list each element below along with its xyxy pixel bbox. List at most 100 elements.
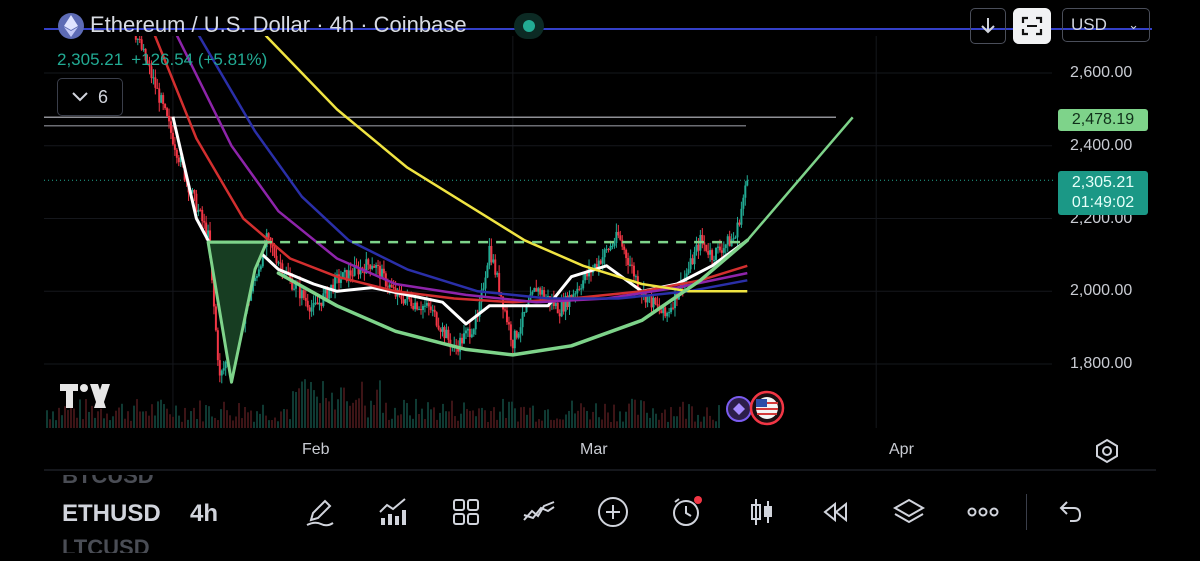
- candle-body: [482, 288, 485, 290]
- candle-body: [707, 250, 710, 255]
- volume-bar: [451, 400, 453, 428]
- symbol-title[interactable]: Ethereum / U.S. Dollar · 4h · Coinbase: [90, 12, 467, 38]
- alert-clock-icon: [673, 496, 702, 526]
- symbol-next[interactable]: LTCUSD: [62, 535, 150, 553]
- candle-body: [535, 288, 538, 292]
- volume-bar: [562, 419, 564, 428]
- volume-bar: [238, 403, 240, 428]
- volume-bar: [577, 410, 579, 428]
- layouts-button[interactable]: [448, 494, 484, 530]
- more-button[interactable]: [965, 494, 1001, 530]
- volume-bar: [424, 419, 426, 428]
- volume-bar: [499, 411, 501, 428]
- volume-bar: [667, 421, 669, 428]
- candle-body: [711, 250, 714, 260]
- volume-bar: [154, 415, 156, 428]
- candle-body: [632, 265, 635, 277]
- candle-body: [619, 235, 622, 240]
- volume-bar: [589, 419, 591, 428]
- candle-body: [691, 258, 694, 265]
- grid-icon: [453, 499, 479, 525]
- drawing-tools-button[interactable]: [301, 494, 337, 530]
- volume-bar: [202, 421, 204, 428]
- volume-bar: [244, 407, 246, 428]
- download-button[interactable]: [970, 8, 1006, 44]
- volume-bar: [322, 381, 324, 428]
- candle-body: [584, 273, 587, 281]
- candle-body: [562, 301, 565, 312]
- volume-bar: [364, 405, 366, 428]
- candle-body: [656, 304, 659, 306]
- candle-body: [617, 231, 620, 236]
- volume-bar: [316, 396, 318, 428]
- price-chart[interactable]: [0, 0, 1200, 554]
- volume-bar: [328, 401, 330, 428]
- volume-bar: [367, 417, 369, 428]
- candle-body: [687, 269, 690, 274]
- volume-bar: [673, 416, 675, 428]
- candle-body: [218, 360, 221, 376]
- candle-body: [689, 258, 692, 270]
- candle-body: [652, 297, 655, 308]
- candle-body: [351, 275, 354, 277]
- volume-bar: [220, 409, 222, 428]
- candle-body: [164, 104, 167, 109]
- currency-select[interactable]: USD ⌄: [1062, 8, 1150, 42]
- indicators-toggle[interactable]: 6: [57, 78, 123, 116]
- volume-bar: [478, 408, 480, 428]
- chart-type-button[interactable]: [744, 494, 780, 530]
- candle-body: [654, 297, 657, 305]
- volume-bar: [700, 421, 702, 428]
- candle-body: [418, 309, 421, 311]
- indicators-button[interactable]: [375, 494, 411, 530]
- add-icon: [598, 497, 628, 527]
- candle-body: [445, 329, 448, 339]
- candle-body: [314, 302, 317, 304]
- candle-body: [140, 39, 143, 50]
- candle-body: [386, 286, 389, 288]
- replay-button[interactable]: [817, 494, 853, 530]
- volume-bar: [340, 387, 342, 428]
- symbol-selector[interactable]: ETHUSD: [62, 500, 161, 528]
- volume-bar: [295, 391, 297, 428]
- volume-bar: [595, 403, 597, 428]
- volume-bar: [610, 421, 612, 428]
- price-summary: 2,305.21 +126.54 (+5.81%): [57, 50, 267, 70]
- compare-button[interactable]: [521, 494, 557, 530]
- volume-bar: [52, 411, 54, 428]
- alerts-button[interactable]: [668, 494, 704, 530]
- add-button[interactable]: [595, 494, 631, 530]
- candle-body: [201, 209, 204, 222]
- currency-value: USD: [1071, 15, 1107, 34]
- volume-bar: [514, 408, 516, 428]
- volume-bar: [475, 416, 477, 428]
- candle-body: [670, 307, 673, 313]
- candle-body: [738, 222, 741, 225]
- undo-button[interactable]: [1052, 494, 1088, 530]
- candle-body: [613, 243, 616, 246]
- volume-bar: [313, 390, 315, 428]
- volume-bar: [160, 399, 162, 428]
- candle-body: [490, 246, 493, 263]
- candle-body: [736, 222, 739, 238]
- volume-bar: [568, 410, 570, 428]
- candle-body: [160, 95, 163, 103]
- interval-selector[interactable]: 4h: [190, 500, 218, 528]
- candle-body: [541, 290, 544, 295]
- volume-bar: [415, 398, 417, 428]
- object-tree-button[interactable]: [891, 494, 927, 530]
- candle-body: [578, 288, 581, 290]
- volume-bar: [640, 400, 642, 428]
- candle-body: [197, 209, 200, 213]
- chart-settings-button[interactable]: [1094, 438, 1120, 469]
- candle-body: [224, 362, 227, 369]
- fullscreen-button[interactable]: [1013, 8, 1051, 44]
- candle-body: [429, 306, 432, 310]
- candle-body: [310, 307, 313, 312]
- y-tick-label: 1,800.00: [1070, 355, 1133, 372]
- us-economic-event-icon[interactable]: [748, 390, 786, 431]
- candle-body: [421, 305, 424, 310]
- candle-body: [554, 302, 557, 307]
- candle-body: [169, 121, 172, 133]
- volume-bar: [553, 420, 555, 428]
